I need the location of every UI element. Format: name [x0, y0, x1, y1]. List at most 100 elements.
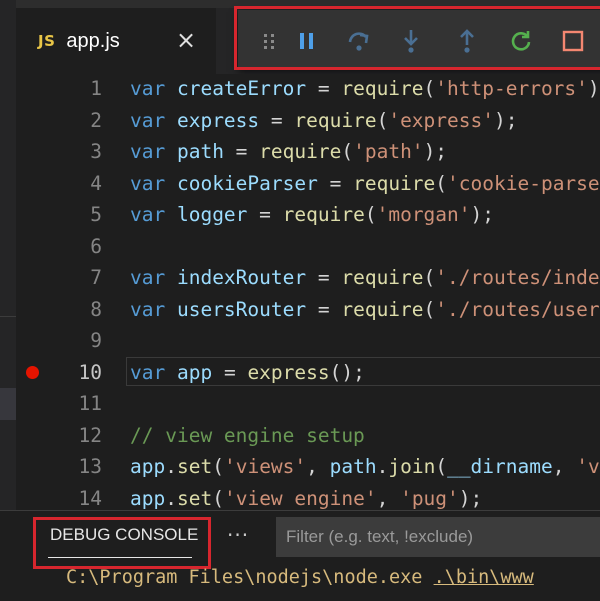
line-number: 6 — [90, 234, 102, 258]
code-token: = — [306, 77, 342, 100]
code-token: ); — [470, 203, 494, 226]
code-token: require — [353, 171, 436, 195]
code-token: = — [317, 171, 354, 195]
code-text: var app = express(); — [130, 357, 365, 389]
line-number: 3 — [90, 140, 102, 163]
code-line[interactable]: 5 var logger = require('morgan'); — [16, 199, 600, 231]
code-token: ( — [376, 108, 389, 132]
tab-title: app.js — [66, 29, 120, 52]
code-token: createError — [176, 77, 307, 100]
code-token: ( — [212, 486, 224, 510]
tab-app-js[interactable]: JS app.js × — [16, 8, 216, 74]
code-token: ); — [423, 140, 448, 163]
code-line[interactable]: 12 // view engine setup — [16, 420, 600, 452]
code-token: express — [176, 108, 260, 132]
code-token: 'view engine' — [223, 486, 377, 510]
code-token: require — [341, 297, 424, 321]
code-token: (); — [329, 360, 365, 384]
javascript-file-icon: JS — [38, 32, 56, 50]
code-token: 'http-errors' — [435, 77, 588, 100]
code-token: ( — [212, 455, 224, 478]
code-token: . — [165, 455, 177, 478]
tab-debug-console[interactable]: DEBUG CONSOLE — [50, 525, 198, 545]
line-number: 1 — [90, 77, 102, 100]
code-line[interactable]: 8 var usersRouter = require('./routes/use… — [16, 294, 600, 326]
code-text: var express = require('express'); — [130, 105, 517, 137]
pause-icon[interactable] — [294, 28, 320, 54]
code-token: cookieParser — [176, 171, 318, 195]
code-line[interactable]: 9 — [16, 325, 600, 357]
code-token: logger — [176, 203, 248, 226]
code-token: ( — [435, 171, 448, 195]
code-token: = — [306, 266, 342, 289]
code-token: app — [176, 360, 213, 384]
window-top-strip — [0, 0, 600, 8]
code-token: require — [259, 140, 342, 163]
code-token: , — [306, 455, 330, 478]
code-token: path — [176, 140, 224, 163]
code-line[interactable]: 14 app.set('view engine', 'pug'); — [16, 483, 600, 511]
code-line[interactable]: 4 var cookieParser = require('cookie-pars… — [16, 168, 600, 200]
code-text: // view engine setup — [130, 420, 365, 452]
code-token: path — [329, 455, 377, 478]
code-token: = — [306, 297, 342, 321]
code-token: app — [130, 455, 166, 478]
code-line[interactable]: 1 var createError = require('http-errors'… — [16, 74, 600, 105]
more-actions-icon[interactable]: ··· — [227, 523, 249, 547]
console-filter-input[interactable] — [276, 517, 600, 557]
code-token: './routes/users' — [435, 297, 600, 321]
code-token: require — [341, 77, 424, 100]
code-token: app — [130, 486, 166, 510]
code-token: __dirname — [447, 455, 553, 478]
code-line[interactable]: 2 var express = require('express'); — [16, 105, 600, 137]
code-token: 'cookie-parser' — [447, 171, 600, 195]
code-editor[interactable]: 1 var createError = require('http-errors'… — [16, 74, 600, 510]
code-token: = — [247, 203, 283, 226]
code-line[interactable]: 10 var app = express(); — [16, 356, 600, 389]
step-into-icon[interactable] — [398, 28, 424, 54]
console-command-text: C:\Program Files\nodejs\node.exe — [66, 567, 434, 588]
code-token: , — [376, 486, 401, 510]
line-number: 7 — [90, 266, 102, 289]
step-out-icon[interactable] — [454, 28, 480, 54]
code-token: . — [165, 486, 177, 510]
breakpoint-icon[interactable] — [26, 365, 39, 379]
code-token: 'path' — [353, 140, 424, 163]
code-token: ( — [423, 266, 436, 289]
active-tab-indicator — [48, 557, 192, 558]
code-text: var cookieParser = require('cookie-parse… — [130, 168, 600, 200]
line-number: 5 — [90, 203, 102, 226]
code-token: var — [130, 140, 177, 163]
code-line[interactable]: 11 — [16, 388, 600, 420]
code-token: set — [176, 455, 213, 478]
code-token: var — [130, 108, 177, 132]
code-line[interactable]: 13 app.set('views', path.join(__dirname, … — [16, 451, 600, 483]
code-text: var createError = require('http-errors')… — [130, 74, 600, 105]
code-text: var usersRouter = require('./routes/user… — [130, 294, 600, 326]
code-line[interactable]: 7 var indexRouter = require('./routes/ind… — [16, 262, 600, 294]
code-token: express — [247, 360, 330, 384]
line-number: 14 — [78, 486, 102, 510]
code-token: ( — [364, 203, 377, 226]
code-token: var — [130, 171, 177, 195]
line-number: 9 — [90, 329, 102, 352]
code-text: var logger = require('morgan'); — [130, 199, 494, 231]
code-line[interactable]: 3 var path = require('path'); — [16, 136, 600, 168]
restart-icon[interactable] — [508, 28, 534, 54]
code-token: 'views' — [576, 455, 600, 478]
code-token: ( — [423, 77, 436, 100]
step-over-icon[interactable] — [346, 28, 372, 54]
console-path-link[interactable]: .\bin\www — [434, 567, 534, 588]
code-line[interactable]: 6 — [16, 231, 600, 263]
code-token: ( — [341, 140, 354, 163]
sidebar-selected-item[interactable] — [0, 388, 16, 420]
debug-toolbar — [238, 10, 600, 70]
code-token: require — [282, 203, 365, 226]
stop-icon[interactable] — [560, 28, 586, 54]
gripper-icon[interactable] — [256, 28, 282, 54]
close-icon[interactable]: × — [176, 26, 196, 54]
code-token: usersRouter — [176, 297, 307, 321]
code-token: './routes/index' — [435, 266, 600, 289]
code-text: var indexRouter = require('./routes/inde… — [130, 262, 600, 294]
code-token: var — [130, 360, 177, 384]
